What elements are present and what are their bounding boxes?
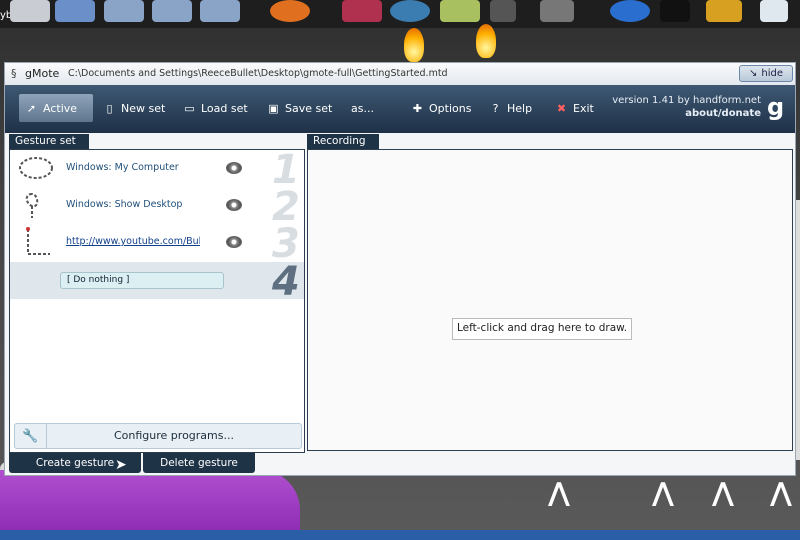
help-label: Help xyxy=(507,101,533,115)
desktop-icon-5[interactable] xyxy=(200,0,240,22)
floor-mark-icon: ⋀ xyxy=(652,478,674,508)
tab-recording[interactable]: Recording xyxy=(307,134,379,150)
version-text: version 1.41 by handform.net xyxy=(612,95,761,106)
tab-gesture-set[interactable]: Gesture set xyxy=(9,134,89,150)
cursor-arrow-icon: ➚ xyxy=(26,101,37,115)
configure-programs-label[interactable]: Configure programs... xyxy=(47,429,301,442)
gesture-number: 4 xyxy=(272,259,300,305)
title-bar[interactable]: § gMote C:\Documents and Settings\ReeceB… xyxy=(5,63,795,85)
load-set-button[interactable]: ▭ Load set xyxy=(177,94,259,122)
gesture-row[interactable]: Windows: Show Desktop 2 xyxy=(10,187,304,227)
tools-icon[interactable] xyxy=(540,0,574,22)
gesture-link-label[interactable]: http://www.youtube.com/Bulletc xyxy=(66,236,200,247)
firefox-icon[interactable] xyxy=(270,0,310,22)
eye-icon[interactable] xyxy=(226,199,242,211)
options-button[interactable]: ✚ Options xyxy=(405,94,481,122)
configure-programs-bar[interactable]: 🔧 Configure programs... xyxy=(14,423,302,449)
gmote-logo: g xyxy=(767,93,785,121)
delete-gesture-button[interactable]: Delete gesture xyxy=(143,453,255,473)
help-button[interactable]: ? Help xyxy=(483,94,545,122)
taskbar xyxy=(0,530,800,540)
circle-gesture-icon xyxy=(19,157,53,179)
new-document-icon: ▯ xyxy=(106,101,113,115)
gesture-row-selected[interactable]: [ Do nothing ] 4 xyxy=(10,259,304,305)
eye-icon[interactable] xyxy=(226,162,242,174)
save-as-label: as... xyxy=(351,101,374,115)
loop-gesture-icon xyxy=(25,193,39,218)
desktop-icon-3[interactable] xyxy=(104,0,144,22)
active-button[interactable]: ➚ Active xyxy=(19,94,93,122)
hide-arrow-icon: ↘ xyxy=(748,68,758,79)
toolbar: ➚ Active ▯ New set ▭ Load set ▣ Save set… xyxy=(5,85,795,133)
floor-mark-icon: ⋀ xyxy=(548,478,570,508)
folder-open-icon: ▭ xyxy=(184,101,195,115)
hide-button[interactable]: ↘ hide xyxy=(739,65,793,82)
recording-canvas[interactable]: Left-click and drag here to draw. xyxy=(307,149,793,451)
gesture-label: Windows: My Computer xyxy=(66,162,179,173)
pencil-icon[interactable] xyxy=(706,0,742,22)
active-label: Active xyxy=(43,101,78,115)
shirt-icon[interactable] xyxy=(660,0,690,22)
floor-mark-icon: ⋀ xyxy=(712,478,734,508)
l-gesture-icon xyxy=(26,227,50,255)
book-icon: ▣ xyxy=(268,101,279,115)
mouse-cursor-icon: ➤ xyxy=(115,457,127,473)
save-as-button[interactable]: as... xyxy=(345,94,401,122)
help-icon: ? xyxy=(492,101,499,115)
globe-icon[interactable] xyxy=(390,0,430,22)
options-label: Options xyxy=(429,101,472,115)
exit-label: Exit xyxy=(573,101,594,115)
desktop-icon-1[interactable] xyxy=(10,0,50,22)
file-path: C:\Documents and Settings\ReeceBullet\De… xyxy=(68,68,448,79)
floor-mark-icon: ⋀ xyxy=(770,478,792,508)
top-icon-strip: yboy xyxy=(0,0,800,28)
new-set-button[interactable]: ▯ New set xyxy=(97,94,173,122)
plus-icon: ✚ xyxy=(412,101,423,115)
exit-button[interactable]: ✖ Exit xyxy=(549,94,603,122)
save-set-label: Save set xyxy=(285,101,333,115)
recycle-bin-icon[interactable] xyxy=(760,0,788,22)
close-icon: ✖ xyxy=(556,101,567,115)
drawing-hint: Left-click and drag here to draw. xyxy=(452,318,633,340)
lamp-icon[interactable] xyxy=(490,0,516,22)
gmote-window: § gMote C:\Documents and Settings\ReeceB… xyxy=(4,62,796,476)
gesture-set-panel: Windows: My Computer 1 Windows: Show Des… xyxy=(9,149,305,453)
leaf-icon[interactable] xyxy=(440,0,480,22)
action-dropdown[interactable]: [ Do nothing ] xyxy=(60,272,224,289)
gesture-number: 3 xyxy=(272,221,300,267)
flame-decoration xyxy=(404,28,424,62)
app-name: gMote xyxy=(25,67,60,80)
desktop-icon-2[interactable] xyxy=(55,0,95,22)
eye-icon[interactable] xyxy=(226,236,242,248)
gesture-row[interactable]: Windows: My Computer 1 xyxy=(10,150,304,190)
desktop-icon-4[interactable] xyxy=(152,0,192,22)
wrench-icon[interactable]: 🔧 xyxy=(15,424,47,448)
gesture-row[interactable]: http://www.youtube.com/Bulletc 3 xyxy=(10,221,304,267)
blocks-icon[interactable] xyxy=(342,0,382,22)
about-donate-link[interactable]: about/donate xyxy=(599,107,761,120)
network-icon[interactable] xyxy=(610,0,650,22)
app-icon: § xyxy=(11,67,17,80)
hide-label: hide xyxy=(761,68,783,79)
gesture-label: Windows: Show Desktop xyxy=(66,199,183,210)
new-set-label: New set xyxy=(121,101,166,115)
flame-decoration xyxy=(476,24,496,58)
save-set-button[interactable]: ▣ Save set xyxy=(261,94,343,122)
version-info: version 1.41 by handform.net about/donat… xyxy=(599,94,761,120)
load-set-label: Load set xyxy=(201,101,248,115)
